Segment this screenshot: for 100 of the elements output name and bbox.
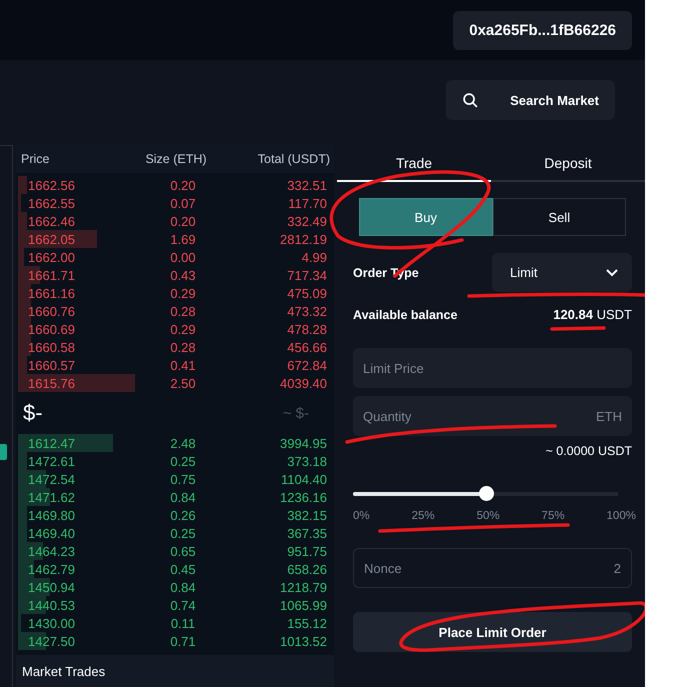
slider-tick-label: 100% xyxy=(606,510,636,522)
market-trades-title: Market Trades xyxy=(22,664,106,678)
size-cell-text: 0.84 xyxy=(169,490,197,504)
size-cell-text: 0.75 xyxy=(169,472,197,486)
slider-tick-label: 75% xyxy=(542,510,565,522)
total-cell-text: 951.75 xyxy=(286,544,327,558)
size-cell-text: 0.71 xyxy=(169,634,197,648)
total-cell-text: 1218.79 xyxy=(279,580,327,594)
quantity-field[interactable]: Quantity ETH xyxy=(353,396,632,436)
price-cell-text: 1662.55 xyxy=(28,196,76,210)
price-cell-text: 1427.50 xyxy=(28,634,76,648)
total-cell-text: 4.99 xyxy=(300,250,327,264)
total-cell-text: 1104.40 xyxy=(280,472,327,486)
price-cell-text: 1662.05 xyxy=(28,232,76,246)
buy-button[interactable]: Buy xyxy=(359,198,492,236)
total-cell-text: 475.09 xyxy=(286,286,327,300)
price-cell-text: 1660.58 xyxy=(28,340,76,354)
last-price-usd: ~ $- xyxy=(282,404,309,422)
size-cell-text: 0.84 xyxy=(169,580,197,594)
size-cell-text: 0.25 xyxy=(169,454,197,468)
price-cell-text: 1661.71 xyxy=(28,268,76,282)
size-cell-text: 0.65 xyxy=(169,544,197,558)
total-cell-text: 332.49 xyxy=(286,214,327,228)
price-cell-text: 1464.23 xyxy=(28,544,76,558)
total-cell-text: 332.51 xyxy=(286,178,327,192)
size-cell-text: 2.50 xyxy=(169,376,197,390)
tab[interactable]: Deposit xyxy=(491,145,645,182)
last-price: $- xyxy=(23,400,43,426)
total-cell-text: 473.32 xyxy=(286,304,327,318)
size-cell-text: 0.28 xyxy=(169,304,197,318)
size-cell-text: 0.45 xyxy=(169,562,197,576)
size-cell-text: 0.41 xyxy=(169,358,197,372)
quantity-input[interactable]: Quantity xyxy=(361,396,596,436)
total-cell-text: 1065.99 xyxy=(279,598,327,612)
size-cell-text: 0.28 xyxy=(169,340,197,354)
price-cell-text: 1660.57 xyxy=(28,358,76,372)
total-cell-text: 658.26 xyxy=(286,562,327,576)
total-cell-text: 117.70 xyxy=(287,196,327,210)
size-cell-text: 0.20 xyxy=(169,178,197,192)
slider-tick-label: 25% xyxy=(412,510,435,522)
unit-label: ETH xyxy=(596,408,622,424)
size-cell-text: 0.26 xyxy=(169,508,197,522)
tab[interactable]: Trade xyxy=(337,145,491,182)
slider-tick-label: 0% xyxy=(353,510,370,522)
total-cell-text: 373.18 xyxy=(286,454,327,468)
size-cell-text: 0.20 xyxy=(169,214,197,228)
slider-thumb[interactable] xyxy=(478,486,494,501)
column-header: Total (USDT) xyxy=(256,152,330,166)
balance-amount: 120.84 USDT xyxy=(553,307,632,322)
size-cell-text: 0.11 xyxy=(170,616,196,630)
price-cell-text: 1660.76 xyxy=(28,304,76,318)
balance-label: Available balance xyxy=(353,308,458,322)
nonce-value: 2 xyxy=(614,560,621,576)
total-cell-text: 2812.19 xyxy=(279,232,327,246)
price-cell-text: 1660.69 xyxy=(28,322,76,336)
price-cell-text: 1662.46 xyxy=(28,214,76,228)
price-cell-text: 1450.94 xyxy=(28,580,76,594)
column-header: Size (ETH) xyxy=(144,152,208,166)
total-cell-text: 1236.16 xyxy=(279,490,327,504)
size-cell-text: 0.29 xyxy=(169,286,197,300)
size-cell-text: 0.74 xyxy=(169,598,197,612)
total-cell-text: 717.34 xyxy=(286,268,327,282)
price-cell-text: 1471.62 xyxy=(28,490,76,504)
size-cell-text: 2.48 xyxy=(169,436,197,450)
total-cell-text: 382.15 xyxy=(286,508,327,522)
quantity-usd-value: ~ 0.0000 USDT xyxy=(545,444,632,458)
size-cell-text: 1.69 xyxy=(169,232,197,246)
search-icon xyxy=(462,92,479,108)
price-cell-text: 1615.76 xyxy=(28,376,76,390)
total-cell-text: 3994.95 xyxy=(279,436,327,450)
total-cell-text: 367.35 xyxy=(286,526,327,540)
size-cell-text: 0.29 xyxy=(169,322,197,336)
selection-marker xyxy=(0,444,7,460)
search-market-button[interactable]: Search Market xyxy=(446,80,615,120)
price-cell-text: 1472.61 xyxy=(28,454,76,468)
nonce-input[interactable]: Nonce xyxy=(362,549,614,587)
price-cell-text: 1430.00 xyxy=(28,616,76,630)
size-cell-text: 0.07 xyxy=(169,196,197,210)
column-header: Price xyxy=(21,152,50,166)
wallet-address-button[interactable]: 0xa265Fb...1fB66226 xyxy=(453,10,632,50)
size-cell-text: 0.00 xyxy=(169,250,197,264)
price-cell-text: 1612.47 xyxy=(28,436,76,450)
total-cell-text: 456.66 xyxy=(286,340,327,354)
price-cell-text: 1462.79 xyxy=(28,562,76,576)
total-cell-text: 155.12 xyxy=(286,616,327,630)
total-cell-text: 1013.52 xyxy=(279,634,327,648)
price-cell-text: 1662.56 xyxy=(28,178,76,192)
order-type-select[interactable]: Limit xyxy=(492,253,632,292)
price-cell-text: 1662.00 xyxy=(28,250,76,264)
total-cell-text: 672.84 xyxy=(286,358,327,372)
price-cell-text: 1472.54 xyxy=(28,472,76,486)
price-cell-text: 1440.53 xyxy=(28,598,76,612)
sell-button[interactable]: Sell xyxy=(492,198,626,236)
total-cell-text: 478.28 xyxy=(286,322,327,336)
size-cell-text: 0.43 xyxy=(169,268,197,282)
price-cell-text: 1661.16 xyxy=(28,286,76,300)
annotation-stroke xyxy=(550,326,606,331)
slider-tick-label: 50% xyxy=(476,510,500,522)
total-cell-text: 4039.40 xyxy=(279,376,327,390)
nonce-field[interactable]: Nonce 2 xyxy=(353,548,632,588)
